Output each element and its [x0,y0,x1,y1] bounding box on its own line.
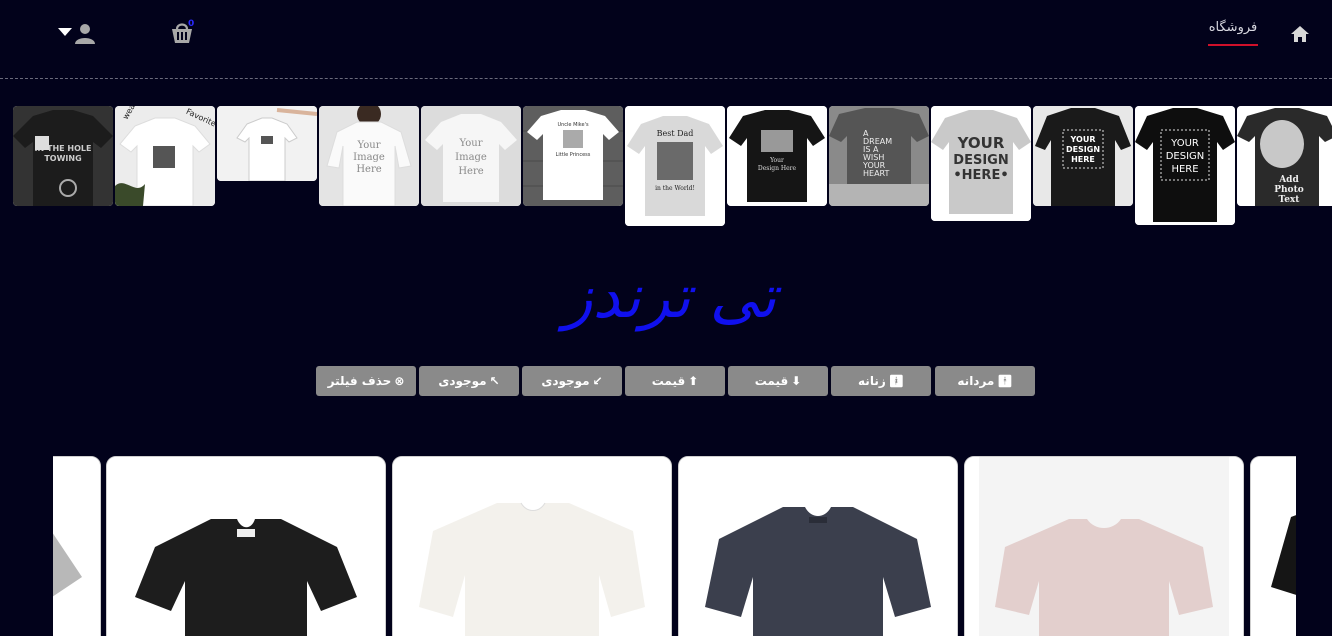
svg-text:Little Princess: Little Princess [556,152,591,158]
svg-text:HERE: HERE [1171,164,1198,175]
thumb-black-design[interactable]: Your Design Here [727,106,827,206]
thumb-black-design-2[interactable]: YOUR DESIGN HERE [1135,106,1235,225]
svg-text:Text: Text [1279,195,1301,205]
product-carousel [53,456,1296,636]
filter-price-down-button[interactable]: قیمت ⬇ [728,366,828,396]
clear-filter-button[interactable]: حذف فیلتر ⊗ [316,366,416,396]
svg-text:DESIGN: DESIGN [1066,145,1100,154]
svg-text:HERE: HERE [1071,155,1095,164]
svg-text:Here: Here [356,164,381,175]
nav-shop-link[interactable]: فروشگاه [1208,20,1258,46]
close-circle-icon: ⊗ [394,374,405,388]
svg-text:Add: Add [1278,175,1299,185]
svg-text:HEART: HEART [863,169,890,178]
thumb-grey-design[interactable]: YOUR DESIGN •HERE• [931,106,1031,221]
product-pink-tee[interactable] [964,456,1244,636]
svg-text:Best Dad: Best Dad [657,129,694,138]
filter-men-button[interactable]: مردانه 🚹︎ [935,366,1035,396]
svg-text:•HERE•: •HERE• [953,168,1008,183]
thumb-woman-shirt[interactable]: Your Image Here [319,106,419,206]
product-navy-tee[interactable] [678,456,958,636]
svg-text:Photo: Photo [1274,185,1303,195]
user-icon[interactable] [74,22,96,44]
female-icon: 🚺︎ [888,374,904,388]
arrow-down-icon: ⬇ [791,374,802,388]
svg-text:in the World!: in the World! [655,185,695,192]
tshirt-thumbnail-strip: IN THE HOLE TOWING Favorite wear your Yo… [0,106,1332,230]
filter-stock-up-label: موجودی [438,374,487,388]
filter-stock-up-button[interactable]: موجودی ↖ [419,366,519,396]
filter-price-down-label: قیمت [754,374,789,388]
svg-text:YOUR: YOUR [1170,138,1199,149]
product-white-tee[interactable] [392,456,672,636]
thumb-tow-shirt[interactable]: IN THE HOLE TOWING [13,106,113,206]
thumb-wood-tee[interactable]: Uncle Mike's Little Princess [523,106,623,206]
thumb-best-dad[interactable]: Best Dad in the World! [625,106,725,226]
svg-text:Your: Your [357,140,381,151]
thumb-dream-wish[interactable]: A DREAM IS A WISH YOUR HEART [829,106,929,206]
filter-price-up-label: قیمت [651,374,686,388]
svg-text:Your: Your [769,157,784,164]
svg-text:Uncle Mike's: Uncle Mike's [557,122,589,128]
thumb-photo-text[interactable]: Add Photo Text [1237,106,1332,206]
svg-text:TOWING: TOWING [44,154,81,163]
filter-men-label: مردانه [957,374,995,388]
top-navbar: فروشگاه 0 [0,0,1332,79]
filter-women-button[interactable]: زنانه 🚺︎ [831,366,931,396]
page-title: تی ترندز [563,262,777,332]
thumb-man-design[interactable]: YOUR DESIGN HERE [1033,106,1133,206]
svg-text:Here: Here [458,166,483,177]
svg-text:YOUR: YOUR [957,134,1005,152]
product-grey-partial[interactable] [53,456,101,636]
svg-text:DESIGN: DESIGN [953,153,1008,168]
thumb-song-shirt[interactable]: Favorite wear your [115,106,215,206]
svg-text:YOUR: YOUR [1070,135,1096,144]
svg-text:Image: Image [353,152,385,163]
user-dropdown-caret-icon[interactable] [58,28,72,36]
thumb-white-tee[interactable]: Your Image Here [421,106,521,206]
arrow-up-left-icon: ↖ [489,374,500,388]
home-icon[interactable] [1290,24,1310,44]
thumb-hanger-shirt[interactable] [217,106,317,181]
svg-text:Your: Your [459,138,483,149]
svg-text:Image: Image [455,152,487,163]
product-black-partial[interactable] [1250,456,1296,636]
filter-stock-down-button[interactable]: موجودی ↙ [522,366,622,396]
product-black-tee[interactable] [106,456,386,636]
clear-filter-label: حذف فیلتر [327,374,392,388]
cart-count-badge: 0 [188,19,195,29]
arrow-up-icon: ⬆ [688,374,699,388]
svg-text:Design Here: Design Here [758,165,797,172]
arrow-down-left-icon: ↙ [592,374,603,388]
filter-stock-down-label: موجودی [541,374,590,388]
filter-women-label: زنانه [858,374,886,388]
svg-text:DESIGN: DESIGN [1166,151,1205,162]
filter-price-up-button[interactable]: قیمت ⬆ [625,366,725,396]
male-icon: 🚹︎ [997,374,1013,388]
